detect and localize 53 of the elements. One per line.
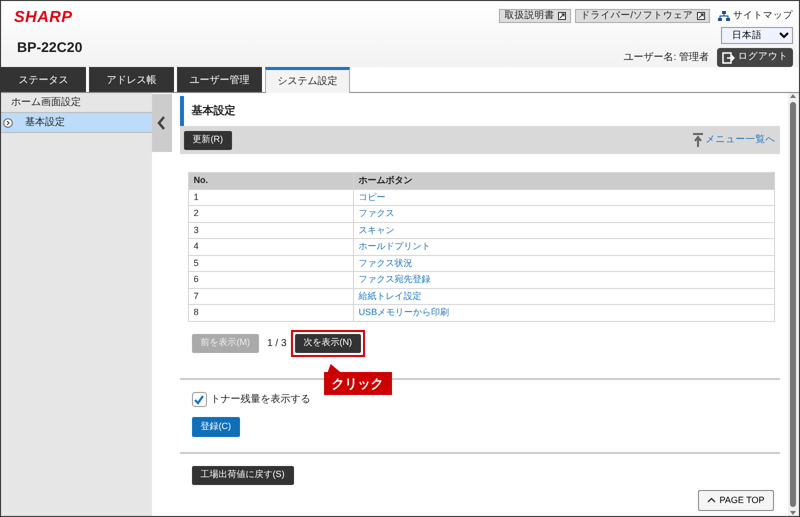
header-link[interactable]: ドライバー/ソフトウェア [575,9,710,24]
external-link-icon [558,12,566,20]
user-name-label: ユーザー名: 管理者 [623,50,709,65]
column-header: ホームボタン [353,172,774,189]
page-indicator: 1 / 3 [267,336,287,350]
table-cell: 8 [188,304,354,321]
page-top-button[interactable]: PAGE TOP [698,490,774,511]
next-page-button[interactable]: 次を表示(N) [294,334,362,352]
nav-tab[interactable]: アドレス帳 [89,67,174,92]
table-cell: 3 [188,222,354,238]
table-cell: 6 [188,272,354,288]
home-button-link[interactable]: ファクス宛先登録 [358,274,431,284]
chevron-icon [3,118,13,128]
callout-label: クリック [324,372,392,395]
table-cell: 7 [188,288,354,304]
home-button-link[interactable]: ファクス状況 [358,258,413,268]
check-icon [193,394,206,404]
register-button[interactable]: 登録(C) [192,416,240,436]
table-cell: 4 [188,238,354,255]
model-name: BP-22C20 [17,38,82,57]
nav-tab[interactable]: システム設定 [265,67,350,93]
home-button-link[interactable]: コピー [358,192,386,202]
nav-tab[interactable]: ユーザー管理 [177,67,262,92]
language-select[interactable]: 日本語 [721,27,793,44]
scrollbar[interactable] [788,93,799,516]
menu-list-link[interactable]: メニュー一覧へ [692,132,776,148]
home-button-link[interactable]: USBメモリーから印刷 [358,307,450,317]
external-link-icon [697,12,705,20]
scroll-down-icon [789,510,798,516]
caret-up-icon [706,497,716,504]
sitemap-icon [718,11,730,22]
home-button-link[interactable]: スキャン [358,224,395,234]
checkbox-label: トナー残量を表示する [210,392,311,406]
home-button-link[interactable]: ホールドプリント [358,241,431,251]
collapse-handle[interactable] [152,94,172,152]
return-icon [692,132,704,148]
header-link[interactable]: 取扱説明書 [499,9,572,24]
table-cell: 2 [188,206,354,222]
nav-tab[interactable]: ステータス [1,67,86,92]
table-cell: 5 [188,255,354,272]
sidebar-item[interactable]: 基本設定 [1,113,152,133]
chevron-left-icon [157,116,166,130]
brand-logo: SHARP [14,9,74,27]
sitemap-link[interactable]: サイトマップ [718,9,793,24]
home-button-link[interactable]: ファクス [358,208,395,218]
factory-reset-button[interactable]: 工場出荷値に戻す(S) [192,466,294,484]
toner-checkbox[interactable] [192,392,207,406]
table-cell: 1 [188,189,354,206]
column-header: No. [188,172,354,189]
update-button[interactable]: 更新(R) [184,130,232,150]
home-button-link[interactable]: 給紙トレイ設定 [358,290,422,300]
logout-icon [722,52,735,64]
logout-button[interactable]: ログアウト [717,48,793,67]
